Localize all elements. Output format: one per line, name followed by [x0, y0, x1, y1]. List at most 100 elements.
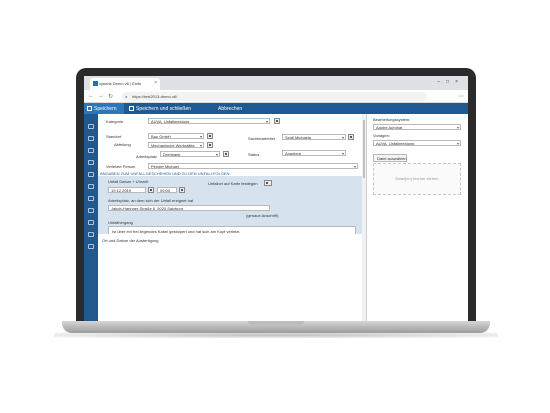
scrollbar-thumb[interactable] [363, 120, 365, 178]
chevron-down-icon: ▾ [456, 125, 459, 130]
window-controls[interactable]: –□× [437, 79, 464, 85]
vorlagen-label: Vorlagen: [373, 133, 390, 138]
standort-label: Standort [106, 134, 122, 139]
arbeitsplatz-label: Arbeitsplatz [136, 154, 157, 159]
abteilung-label: Abteilung [114, 142, 131, 147]
save-label: Speichern [94, 106, 117, 112]
link-icon[interactable] [88, 232, 94, 237]
document-icon[interactable] [88, 160, 94, 165]
standort-lookup-icon[interactable] [207, 133, 213, 139]
select-file-button[interactable]: Datei auswählen [373, 154, 407, 162]
arbeitsplatz-address-value: Jakob-Haringer-Straße 6, 5020 Salzburg [111, 206, 184, 211]
verletzte-label: Verletzte Person [106, 164, 136, 169]
chart-icon[interactable] [88, 208, 94, 213]
chevron-down-icon: ▾ [341, 135, 344, 140]
arbeitsplatz-lookup-icon[interactable] [223, 151, 229, 157]
sachbearbeiter-label: Sachbearbeiter [248, 136, 276, 141]
browser-tab-title: cyneris Demo v6 | Einfu [99, 81, 142, 86]
app-toolbar: Speichern Speichern und schließen Abbrec… [84, 103, 468, 114]
chevron-down-icon: ▾ [456, 141, 459, 146]
favicon-icon [93, 81, 98, 86]
kategorie-label: Kategorie [106, 119, 124, 124]
left-icon-rail [84, 114, 98, 321]
unfallort-label: Unfallort auf Karte festlegen [208, 181, 258, 186]
abteilung-select[interactable]: Mechanische Werkstätte ▾ [148, 142, 204, 148]
status-label: Status [248, 152, 260, 157]
chevron-down-icon: ▾ [353, 164, 356, 169]
save-close-button[interactable]: Speichern und schließen [126, 103, 206, 114]
unfall-time-value: 09:00 [160, 188, 171, 193]
forward-arrow-icon[interactable] [88, 184, 94, 189]
home-icon[interactable] [88, 124, 94, 129]
sachbearbeiter-lookup-icon[interactable] [348, 134, 354, 140]
unfall-date-value: 19.12.2019 [111, 188, 132, 193]
forward-icon[interactable]: → [98, 93, 104, 99]
system-label: Bearbeitungssystem: [373, 117, 411, 122]
cancel-button[interactable]: Abbrechen [208, 103, 248, 114]
abteilung-lookup-icon[interactable] [207, 142, 213, 148]
browser-menu-icon[interactable]: ⋯ [458, 93, 464, 100]
kategorie-select[interactable]: AUVA_Unfallmeldung ▾ [148, 118, 270, 124]
settings-icon[interactable] [88, 244, 94, 249]
verletzte-value: Pergler Michael [151, 164, 179, 169]
stage: cyneris Demo v6 | Einfu × –□× ← → ↻ ● ht… [0, 0, 550, 413]
status-select[interactable]: Angelegt ▾ [282, 150, 346, 156]
arbeitsplatz-address-field[interactable]: Jakob-Haringer-Straße 6, 5020 Salzburg [108, 205, 270, 211]
sachbearbeiter-select[interactable]: Seidl Michaela ▾ [282, 134, 346, 140]
kategorie-lookup-icon[interactable] [274, 118, 280, 124]
signature-area [98, 234, 362, 321]
clock-icon[interactable] [179, 187, 185, 193]
abteilung-value: Mechanische Werkstätte [151, 143, 195, 148]
arbeitsplatz-value: Drehbank [163, 152, 181, 157]
url-text: https://test2013-demo-v6/ [132, 94, 178, 99]
system-select[interactable]: Adobe Acrobat ▾ [373, 124, 461, 130]
upload-icon[interactable] [88, 136, 94, 141]
genaue-anschrift-hint: (genaue Anschrift) [246, 213, 279, 218]
select-file-label: Datei auswählen [377, 156, 407, 161]
browser-addressbar: ← → ↻ ● https://test2013-demo-v6/ ⋯ [84, 90, 468, 103]
vorlagen-value: AUVA_Unfallmeldung [376, 141, 415, 146]
reload-icon[interactable]: ↻ [108, 93, 113, 100]
unfall-time-field[interactable]: 09:00 [157, 187, 177, 193]
vorlagen-select[interactable]: AUVA_Unfallmeldung ▾ [373, 140, 461, 146]
save-close-icon [129, 106, 134, 111]
browser-tab[interactable]: cyneris Demo v6 | Einfu × [90, 78, 160, 90]
edit-icon[interactable] [88, 220, 94, 225]
save-button[interactable]: Speichern [84, 103, 124, 114]
laptop-notch [248, 321, 304, 325]
people-icon[interactable] [88, 196, 94, 201]
system-value: Adobe Acrobat [376, 125, 403, 130]
calendar-icon[interactable] [148, 187, 154, 193]
ort-datum-label: Ort und Datum der Ausfertigung [102, 238, 159, 243]
form-area: Kategorie AUVA_Unfallmeldung ▾ Standort B… [98, 114, 366, 321]
file-drop-zone[interactable]: Datei(en) hierher ziehen [373, 163, 461, 195]
status-value: Angelegt [285, 151, 301, 156]
laptop-screen: cyneris Demo v6 | Einfu × –□× ← → ↻ ● ht… [84, 76, 468, 321]
folder-icon[interactable] [88, 172, 94, 177]
map-icon[interactable] [264, 180, 272, 186]
sachbearbeiter-value: Seidl Michaela [285, 135, 312, 140]
chevron-down-icon: ▾ [199, 134, 202, 139]
close-tab-icon[interactable]: × [154, 80, 157, 86]
chevron-down-icon: ▾ [341, 151, 344, 156]
list-icon[interactable] [88, 148, 94, 153]
hergang-label: Unfallhergang [108, 220, 133, 225]
save-close-label: Speichern und schließen [136, 106, 192, 112]
save-icon [87, 106, 92, 111]
chevron-down-icon: ▾ [265, 119, 268, 124]
url-field[interactable]: ● https://test2013-demo-v6/ [122, 92, 427, 101]
browser-tabbar: cyneris Demo v6 | Einfu × –□× [84, 76, 468, 90]
standort-select[interactable]: Bau GmbH ▾ [148, 133, 204, 139]
back-icon[interactable]: ← [88, 93, 94, 99]
kategorie-value: AUVA_Unfallmeldung [151, 119, 190, 124]
cancel-label: Abbrechen [218, 106, 243, 112]
unfall-datum-label: Unfall Datum + Uhrzeit [108, 179, 149, 184]
unfall-date-field[interactable]: 19.12.2019 [108, 187, 146, 193]
verletzte-select[interactable]: Pergler Michael ▾ [148, 163, 358, 169]
chevron-down-icon: ▾ [215, 152, 218, 157]
right-panel: Bearbeitungssystem: Adobe Acrobat ▾ Vorla… [366, 114, 468, 321]
arbeitsplatz-select[interactable]: Drehbank ▾ [160, 151, 220, 157]
drop-text: Datei(en) hierher ziehen [395, 176, 439, 181]
chevron-down-icon: ▾ [199, 143, 202, 148]
arbeitsplatz-q-label: Arbeitsplatz, an dem sich der Unfall ere… [108, 198, 194, 203]
